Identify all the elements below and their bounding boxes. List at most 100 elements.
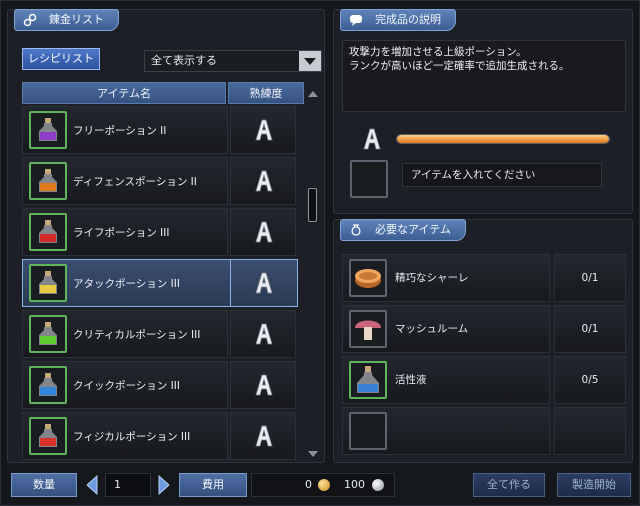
product-description-title-text: 完成品の説明 bbox=[375, 13, 441, 26]
grade-a-icon bbox=[363, 128, 381, 150]
required-item-slot[interactable] bbox=[349, 412, 387, 450]
recipe-list-scrollbar[interactable] bbox=[306, 82, 320, 460]
recipe-row[interactable]: フリーポーション II bbox=[22, 106, 304, 154]
required-item-row bbox=[342, 407, 626, 455]
quantity-input[interactable]: 1 bbox=[105, 473, 151, 497]
link-icon bbox=[23, 13, 37, 27]
required-item-count: 0/1 bbox=[554, 254, 626, 302]
make-all-button[interactable]: 全て作る bbox=[473, 473, 545, 497]
description-line-2: ランクが高いほど一定確率で追加生成される。 bbox=[349, 60, 570, 72]
grade-a-icon bbox=[255, 323, 273, 345]
required-items-title-text: 必要なアイテム bbox=[375, 223, 451, 236]
recipe-name: クイックポーション III bbox=[73, 380, 180, 392]
column-header-name[interactable]: アイテム名 bbox=[22, 82, 226, 104]
recipe-item-slot bbox=[29, 417, 67, 455]
dropdown-arrow-icon[interactable] bbox=[299, 51, 321, 71]
potion-bottle-icon bbox=[39, 169, 57, 192]
recipe-item-slot bbox=[29, 366, 67, 404]
grade-a-icon bbox=[255, 119, 273, 141]
required-item-slot[interactable] bbox=[349, 310, 387, 348]
product-description-panel: 完成品の説明 攻撃力を増加させる上級ポーション。 ランクが高いほど一定確率で追加… bbox=[333, 9, 633, 214]
alchemy-list-title-text: 錬金リスト bbox=[49, 13, 104, 26]
recipe-item-slot bbox=[29, 213, 67, 251]
fee-display: 0 100 bbox=[251, 473, 395, 497]
potion-bottle-icon bbox=[39, 271, 57, 294]
required-item-row: マッシュルーム 0/1 bbox=[342, 305, 626, 353]
result-item-slot[interactable] bbox=[350, 160, 388, 198]
required-item-row: 活性液 0/5 bbox=[342, 356, 626, 404]
proficiency-progress-fill bbox=[397, 135, 609, 143]
grade-a-icon bbox=[255, 221, 273, 243]
recipe-name-cell[interactable]: フィジカルポーション III bbox=[22, 412, 228, 460]
description-text-box: 攻撃力を増加させる上級ポーション。 ランクが高いほど一定確率で追加生成される。 bbox=[342, 40, 626, 112]
recipe-item-slot bbox=[29, 162, 67, 200]
required-item-count: 0/1 bbox=[554, 305, 626, 353]
alchemy-list-panel: 錬金リスト レシピリスト 全て表示する アイテム名 熟練度 フリーポーション I… bbox=[7, 9, 325, 463]
alchemy-list-title: 錬金リスト bbox=[14, 9, 119, 31]
quantity-label: 数量 bbox=[11, 473, 77, 497]
scroll-up-icon[interactable] bbox=[307, 88, 319, 100]
required-item-count bbox=[554, 407, 626, 455]
potion-bottle-icon bbox=[39, 220, 57, 243]
grade-a-icon bbox=[255, 425, 273, 447]
start-production-button[interactable]: 製造開始 bbox=[557, 473, 631, 497]
fee-label: 費用 bbox=[179, 473, 247, 497]
gold-amount: 0 bbox=[305, 478, 312, 491]
required-item-name: マッシュルーム bbox=[395, 323, 469, 335]
silver-coin-icon bbox=[372, 479, 384, 491]
recipe-item-slot bbox=[29, 264, 67, 302]
required-item-name: 精巧なシャーレ bbox=[395, 272, 469, 284]
required-item-slot[interactable] bbox=[349, 259, 387, 297]
recipe-item-slot bbox=[29, 315, 67, 353]
recipe-list: フリーポーション II ディフェンスポーション II ライフポーション III アタッ… bbox=[22, 106, 304, 460]
recipe-name-cell[interactable]: ディフェンスポーション II bbox=[22, 157, 228, 205]
potion-bottle-icon bbox=[39, 373, 57, 396]
required-item-name: 活性液 bbox=[395, 374, 427, 386]
column-header-proficiency[interactable]: 熟練度 bbox=[228, 82, 304, 104]
quantity-increase-icon[interactable] bbox=[157, 474, 171, 496]
pouch-icon bbox=[351, 224, 361, 236]
recipe-name-cell[interactable]: クイックポーション III bbox=[22, 361, 228, 409]
recipe-name-cell[interactable]: クリティカルポーション III bbox=[22, 310, 228, 358]
filter-dropdown[interactable]: 全て表示する bbox=[144, 50, 322, 72]
recipe-row[interactable]: アタックポーション III bbox=[22, 259, 304, 307]
recipe-row[interactable]: クイックポーション III bbox=[22, 361, 304, 409]
recipe-name-cell[interactable]: ライフポーション III bbox=[22, 208, 228, 256]
recipe-row[interactable]: フィジカルポーション III bbox=[22, 412, 304, 460]
description-line-1: 攻撃力を増加させる上級ポーション。 bbox=[349, 46, 527, 58]
recipe-name: ディフェンスポーション II bbox=[73, 176, 197, 188]
required-item-slot[interactable] bbox=[349, 361, 387, 399]
recipe-name-cell[interactable]: フリーポーション II bbox=[22, 106, 228, 154]
grade-a-icon bbox=[255, 272, 273, 294]
proficiency-progress-bar bbox=[396, 134, 610, 144]
quantity-decrease-icon[interactable] bbox=[85, 474, 99, 496]
recipe-item-slot bbox=[29, 111, 67, 149]
recipe-table-header: アイテム名 熟練度 bbox=[22, 82, 304, 104]
filter-value: 全て表示する bbox=[151, 54, 217, 67]
required-items-title: 必要なアイテム bbox=[340, 219, 466, 241]
alchemy-window: 錬金リスト レシピリスト 全て表示する アイテム名 熟練度 フリーポーション I… bbox=[0, 0, 640, 506]
recipe-name: ライフポーション III bbox=[73, 227, 170, 239]
scroll-down-icon[interactable] bbox=[307, 448, 319, 460]
potion-bottle-icon bbox=[39, 424, 57, 447]
bottom-bar: 数量 1 費用 0 100 全て作る 製造開始 bbox=[1, 467, 640, 506]
speech-bubble-icon bbox=[350, 15, 362, 26]
required-item-name-cell: マッシュルーム bbox=[342, 305, 550, 353]
scroll-thumb[interactable] bbox=[308, 188, 317, 222]
recipe-row[interactable]: クリティカルポーション III bbox=[22, 310, 304, 358]
recipe-row[interactable]: ライフポーション III bbox=[22, 208, 304, 256]
recipe-list-button[interactable]: レシピリスト bbox=[22, 48, 100, 70]
result-slot-hint: アイテムを入れてください bbox=[402, 163, 602, 187]
silver-amount: 100 bbox=[344, 478, 365, 491]
recipe-name: アタックポーション III bbox=[73, 278, 180, 290]
recipe-name: フリーポーション II bbox=[73, 125, 167, 137]
petri-dish-icon bbox=[355, 269, 381, 288]
recipe-name: フィジカルポーション III bbox=[73, 431, 191, 443]
product-description-title: 完成品の説明 bbox=[340, 9, 456, 31]
recipe-row[interactable]: ディフェンスポーション II bbox=[22, 157, 304, 205]
required-item-name-cell: 精巧なシャーレ bbox=[342, 254, 550, 302]
required-item-name-cell bbox=[342, 407, 550, 455]
grade-a-icon bbox=[255, 374, 273, 396]
blue-flask-icon bbox=[357, 366, 379, 393]
grade-a-icon bbox=[255, 170, 273, 192]
